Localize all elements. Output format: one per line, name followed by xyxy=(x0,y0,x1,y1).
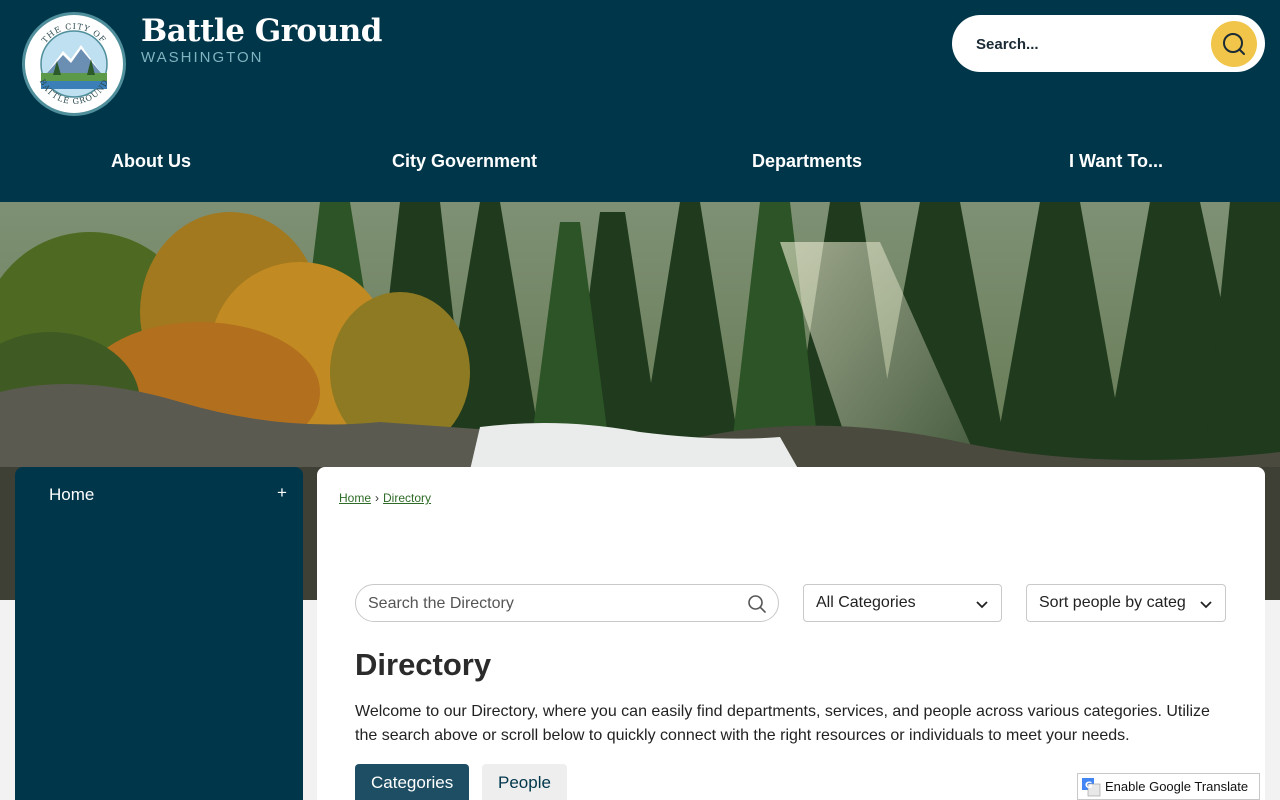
category-select-value: All Categories xyxy=(816,594,916,611)
category-select[interactable]: All Categories xyxy=(803,584,1002,622)
sort-people-select-value: Sort people by categ xyxy=(1039,594,1186,611)
search-icon xyxy=(1223,33,1245,55)
directory-intro-text: Welcome to our Directory, where you can … xyxy=(355,703,1210,744)
chevron-down-icon xyxy=(1200,601,1212,609)
breadcrumb-home-link[interactable]: Home xyxy=(339,491,371,505)
site-state: WASHINGTON xyxy=(141,49,264,66)
tab-people[interactable]: People xyxy=(482,764,567,800)
site-search-input[interactable] xyxy=(976,29,1206,59)
breadcrumb: Home › Directory xyxy=(339,491,431,505)
site-search xyxy=(952,15,1265,72)
sidebar-expand-toggle[interactable]: + xyxy=(277,483,287,503)
directory-search xyxy=(355,584,779,622)
nav-item-city-government[interactable]: City Government xyxy=(392,151,537,172)
chevron-down-icon xyxy=(976,601,988,609)
sidebar-item-home[interactable]: Home xyxy=(49,485,94,505)
google-translate-button[interactable]: G Enable Google Translate xyxy=(1077,773,1260,800)
directory-search-input[interactable] xyxy=(368,593,738,615)
sort-people-select[interactable]: Sort people by categ xyxy=(1026,584,1226,622)
city-seal-logo[interactable]: THE CITY OF BATTLE GROUND xyxy=(22,12,126,116)
google-translate-icon: G xyxy=(1082,777,1101,796)
main-nav: About Us City Government Departments I W… xyxy=(0,134,1280,194)
page-title: Directory xyxy=(355,647,492,682)
nav-item-i-want-to[interactable]: I Want To... xyxy=(1069,151,1163,172)
search-icon[interactable] xyxy=(747,594,767,614)
site-name: Battle Ground xyxy=(141,13,382,49)
nav-item-departments[interactable]: Departments xyxy=(752,151,862,172)
seal-graphic: THE CITY OF BATTLE GROUND xyxy=(26,16,122,112)
tab-categories[interactable]: Categories xyxy=(355,764,470,800)
site-search-button[interactable] xyxy=(1211,21,1257,67)
nav-item-about-us[interactable]: About Us xyxy=(111,151,191,172)
svg-text:G: G xyxy=(1085,781,1092,791)
google-translate-label: Enable Google Translate xyxy=(1105,779,1249,794)
breadcrumb-directory-link[interactable]: Directory xyxy=(383,491,431,505)
sidebar-nav: Home + xyxy=(15,467,303,800)
site-header: THE CITY OF BATTLE GROUND Battle Ground … xyxy=(0,0,1280,202)
breadcrumb-separator: › xyxy=(375,491,380,505)
main-content: Home›Directory All Categories Sort peopl… xyxy=(317,467,1265,800)
site-brand[interactable]: Battle Ground WASHINGTON xyxy=(141,12,382,66)
